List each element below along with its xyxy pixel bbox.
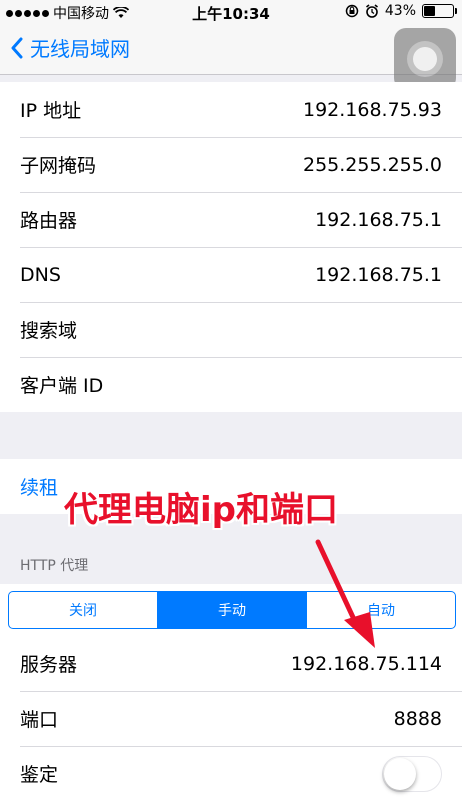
renew-lease-label: 续租 <box>20 477 59 499</box>
alarm-icon <box>365 4 378 18</box>
navigation-bar: 无线局域网 <box>0 24 462 90</box>
list-item-subnet-mask: 子网掩码 255.255.255.0 <box>0 137 462 192</box>
http-proxy-mode-container: 关闭 手动 自动 <box>0 584 462 636</box>
status-bar: 中国移动 上午10:34 43% <box>0 0 462 24</box>
http-proxy-section-title: HTTP 代理 <box>20 558 89 574</box>
list-item-authentication: 鉴定 <box>0 746 462 801</box>
list-item-search-domain: 搜索域 <box>0 302 462 357</box>
list-item-ip-address: IP 地址 192.168.75.93 <box>0 82 462 137</box>
row-label: 服务器 <box>20 654 78 676</box>
row-value: 255.255.255.0 <box>302 153 442 176</box>
list-item-proxy-server[interactable]: 服务器 192.168.75.114 <box>0 636 462 691</box>
battery-icon <box>422 4 457 18</box>
rotation-lock-icon <box>345 4 359 18</box>
row-value: 192.168.75.1 <box>315 208 442 231</box>
list-item-client-id: 客户端 ID <box>0 357 462 412</box>
row-label: DNS <box>20 263 61 286</box>
battery-percent: 43% <box>384 3 416 19</box>
row-value: 192.168.75.1 <box>315 263 442 286</box>
http-proxy-list: 服务器 192.168.75.114 端口 8888 鉴定 <box>0 636 462 801</box>
segment-off[interactable]: 关闭 <box>9 592 157 628</box>
list-item-router: 路由器 192.168.75.1 <box>0 192 462 247</box>
row-label: IP 地址 <box>20 100 82 122</box>
toggle-knob <box>384 757 416 790</box>
segment-manual[interactable]: 手动 <box>157 592 306 628</box>
row-label: 客户端 ID <box>20 375 104 397</box>
battery-fill <box>424 6 435 16</box>
network-info-list: IP 地址 192.168.75.93 子网掩码 255.255.255.0 路… <box>0 82 462 412</box>
status-right: 43% <box>345 3 457 19</box>
row-label: 鉴定 <box>20 764 59 786</box>
list-item-dns[interactable]: DNS 192.168.75.1 <box>0 247 462 302</box>
row-label: 搜索域 <box>20 320 78 342</box>
authentication-toggle[interactable] <box>382 755 442 792</box>
row-value: 192.168.75.93 <box>302 98 442 121</box>
back-button-label: 无线局域网 <box>30 37 130 61</box>
annotation-arrow-icon <box>315 539 375 648</box>
back-button[interactable]: 无线局域网 <box>10 33 130 62</box>
row-label: 端口 <box>20 709 59 731</box>
chevron-left-icon <box>11 37 23 58</box>
row-label: 路由器 <box>20 210 78 232</box>
row-label: 子网掩码 <box>20 155 97 177</box>
assistive-touch-button[interactable] <box>394 28 456 90</box>
proxy-port-field[interactable]: 8888 <box>394 708 442 730</box>
annotation-text: 代理电脑ip和端口 <box>64 490 338 530</box>
list-item-proxy-port[interactable]: 端口 8888 <box>0 691 462 746</box>
